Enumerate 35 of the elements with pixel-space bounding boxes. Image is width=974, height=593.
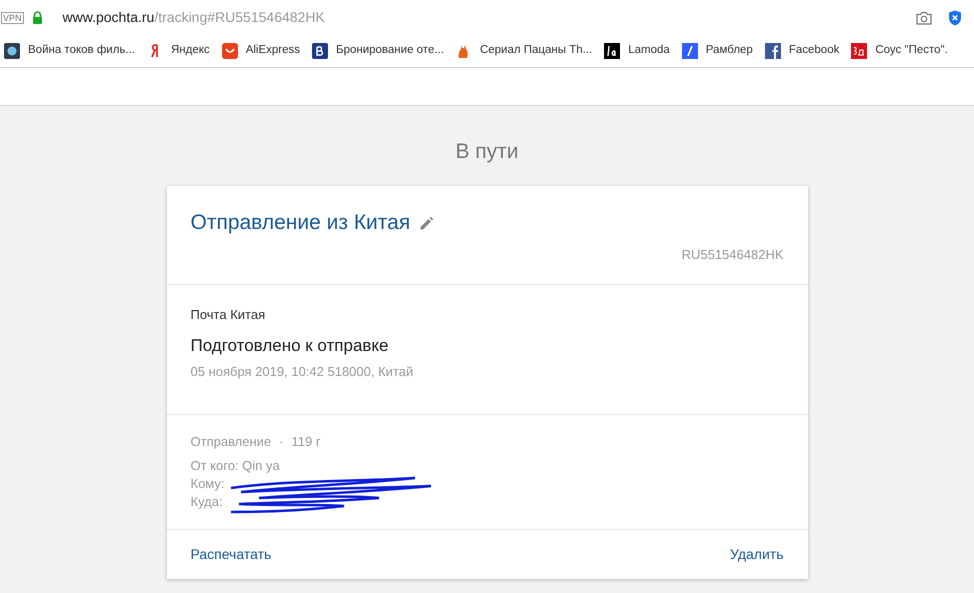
bookmark[interactable]: Facebook <box>764 42 840 60</box>
facebook-icon <box>764 43 781 59</box>
recipient-label: Кому: <box>190 474 224 492</box>
bookmark[interactable]: Яндекс <box>147 42 210 60</box>
bookmark[interactable]: Рамблер <box>682 42 753 60</box>
sender-line: От кого: Qin ya <box>190 456 281 474</box>
parcel-weight: 119 г <box>292 432 321 450</box>
status-heading: В пути <box>455 140 519 164</box>
letter-logo-icon <box>604 43 620 59</box>
letter-logo-icon <box>851 43 868 59</box>
bookmark[interactable]: Бронирование оте... <box>312 42 444 60</box>
bookmark[interactable]: Сериал Пацаны Th... <box>456 42 592 60</box>
event-details: 05 ноября 2019, 10:42 518000, Китай <box>190 363 414 381</box>
letter-logo-icon <box>312 43 328 59</box>
lock-icon <box>32 11 43 24</box>
smile-logo-icon <box>222 43 238 59</box>
separator-dot: · <box>279 432 284 450</box>
bookmark[interactable]: Соус "Песто". <box>851 42 948 60</box>
tracking-number: RU551546482HK <box>682 246 784 264</box>
parcel-type: Отправление <box>190 432 272 450</box>
delete-link[interactable]: Удалить <box>730 544 784 564</box>
operator-name: Почта Китая <box>190 306 266 324</box>
bookmark[interactable]: AliExpress <box>222 42 300 60</box>
bookmark[interactable]: Война токов филь... <box>4 42 135 60</box>
event-status: Подготовлено к отправке <box>190 334 390 356</box>
shipment-title: Отправление из Китая <box>190 210 410 236</box>
pencil-icon[interactable] <box>420 216 434 230</box>
shield-icon[interactable] <box>948 10 962 26</box>
destination-label: Куда: <box>190 492 223 510</box>
slash-logo-icon <box>682 43 698 59</box>
bookmark[interactable]: Lamoda <box>604 42 670 60</box>
address-field[interactable]: www.pochta.ru/tracking#RU551546482HK <box>62 7 916 28</box>
vpn-badge[interactable]: VPN <box>1 12 24 24</box>
camera-icon[interactable] <box>916 10 932 24</box>
print-link[interactable]: Распечатать <box>190 544 272 564</box>
